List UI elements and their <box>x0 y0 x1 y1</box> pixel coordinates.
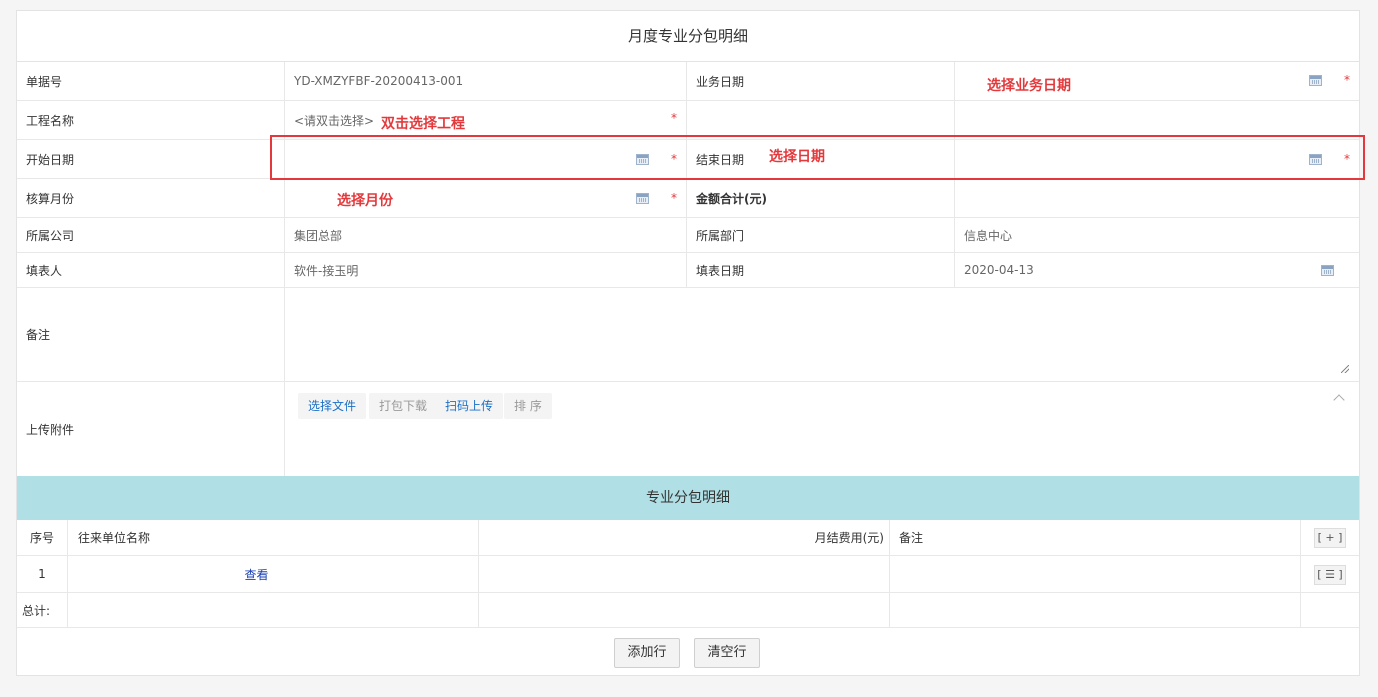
row-month: 核算月份 * 金额合计(元) <box>17 179 1359 218</box>
row-filler: 填表人 软件-接玉明 填表日期 2020-04-13 <box>17 253 1359 288</box>
project-input[interactable]: <请双击选择> * <box>285 101 687 139</box>
pack-download-button[interactable]: 打包下载 <box>369 393 438 419</box>
row-doc-no: 单据号 YD-XMZYFBF-20200413-001 业务日期 * <box>17 62 1359 101</box>
total-remark-cell <box>890 593 1301 627</box>
row-menu-mini-button[interactable]: [ ☰ ] <box>1314 565 1346 585</box>
chevron-up-icon[interactable] <box>1333 394 1345 406</box>
annotation-project: 双击选择工程 <box>381 116 465 132</box>
form-panel: 月度专业分包明细 单据号 YD-XMZYFBF-20200413-001 业务日… <box>16 10 1360 676</box>
col-monthly-fee: 月结费用(元) <box>479 520 890 555</box>
annotation-month: 选择月份 <box>337 193 393 209</box>
amount-label: 金额合计(元) <box>687 179 955 217</box>
company-value: 集团总部 <box>285 218 687 252</box>
total-row: 总计: <box>17 593 1359 628</box>
company-label: 所属公司 <box>17 218 285 252</box>
table-row: 1 查看 [ ☰ ] <box>17 556 1359 593</box>
col-seq: 序号 <box>17 520 68 555</box>
total-actions-cell <box>1301 593 1361 627</box>
attach-label: 上传附件 <box>17 382 285 476</box>
annotation-biz-date: 选择业务日期 <box>987 78 1071 94</box>
select-file-button[interactable]: 选择文件 <box>298 393 367 419</box>
required-mark: * <box>671 191 677 205</box>
dept-value: 信息中心 <box>964 228 1013 243</box>
view-link[interactable]: 查看 <box>244 566 268 583</box>
col-actions: [ + ] <box>1301 520 1361 555</box>
remark-textarea[interactable] <box>285 288 1361 381</box>
add-row-mini-button[interactable]: [ + ] <box>1314 528 1346 548</box>
start-date-label: 开始日期 <box>17 140 285 178</box>
empty-cell <box>955 101 1361 139</box>
clear-rows-button[interactable]: 清空行 <box>694 638 760 668</box>
scan-upload-button[interactable]: 扫码上传 <box>435 393 504 419</box>
biz-date-label: 业务日期 <box>687 62 955 100</box>
form-title: 月度专业分包明细 <box>17 11 1359 62</box>
doc-no-label: 单据号 <box>17 62 285 100</box>
detail-header-row: 序号 往来单位名称 月结费用(元) 备注 [ + ] <box>17 520 1359 556</box>
filler-value: 软件-接玉明 <box>285 253 687 287</box>
total-fee-cell <box>479 593 890 627</box>
dept-label: 所属部门 <box>687 218 955 252</box>
row-company: 所属公司 集团总部 所属部门 信息中心 <box>17 218 1359 253</box>
col-remark: 备注 <box>890 520 1301 555</box>
month-label: 核算月份 <box>17 179 285 217</box>
fill-date-value: 2020-04-13 <box>964 263 1034 277</box>
monthly-fee-cell[interactable] <box>479 556 890 592</box>
row-seq: 1 <box>17 556 68 592</box>
calendar-icon[interactable] <box>1321 265 1334 276</box>
calendar-icon[interactable] <box>636 193 649 204</box>
row-remark: 备注 <box>17 288 1359 382</box>
project-placeholder: <请双击选择> <box>294 113 375 128</box>
annotation-date: 选择日期 <box>769 149 825 165</box>
required-mark: * <box>1344 73 1350 87</box>
total-label: 总计: <box>17 593 68 627</box>
col-unit-name: 往来单位名称 <box>68 520 479 555</box>
filler-label: 填表人 <box>17 253 285 287</box>
unit-name-cell[interactable]: 查看 <box>68 556 479 592</box>
calendar-icon[interactable] <box>1309 75 1322 86</box>
empty-cell <box>687 101 955 139</box>
fill-date-label: 填表日期 <box>687 253 955 287</box>
total-cell <box>68 593 479 627</box>
attach-area: 选择文件 打包下载 扫码上传 排 序 <box>285 382 1361 476</box>
add-row-button[interactable]: 添加行 <box>614 638 680 668</box>
row-attachments: 上传附件 选择文件 打包下载 扫码上传 排 序 <box>17 382 1359 476</box>
detail-title: 专业分包明细 <box>17 476 1359 520</box>
fill-date-input[interactable]: 2020-04-13 <box>955 253 1361 287</box>
resize-grip-icon[interactable] <box>1341 365 1349 373</box>
project-label: 工程名称 <box>17 101 285 139</box>
remark-cell[interactable] <box>890 556 1301 592</box>
amount-value <box>955 179 1361 217</box>
sort-button[interactable]: 排 序 <box>504 393 552 419</box>
doc-no-value: YD-XMZYFBF-20200413-001 <box>285 62 687 100</box>
required-mark: * <box>671 111 677 125</box>
remark-label: 备注 <box>17 288 285 381</box>
row-actions: [ ☰ ] <box>1301 556 1361 592</box>
